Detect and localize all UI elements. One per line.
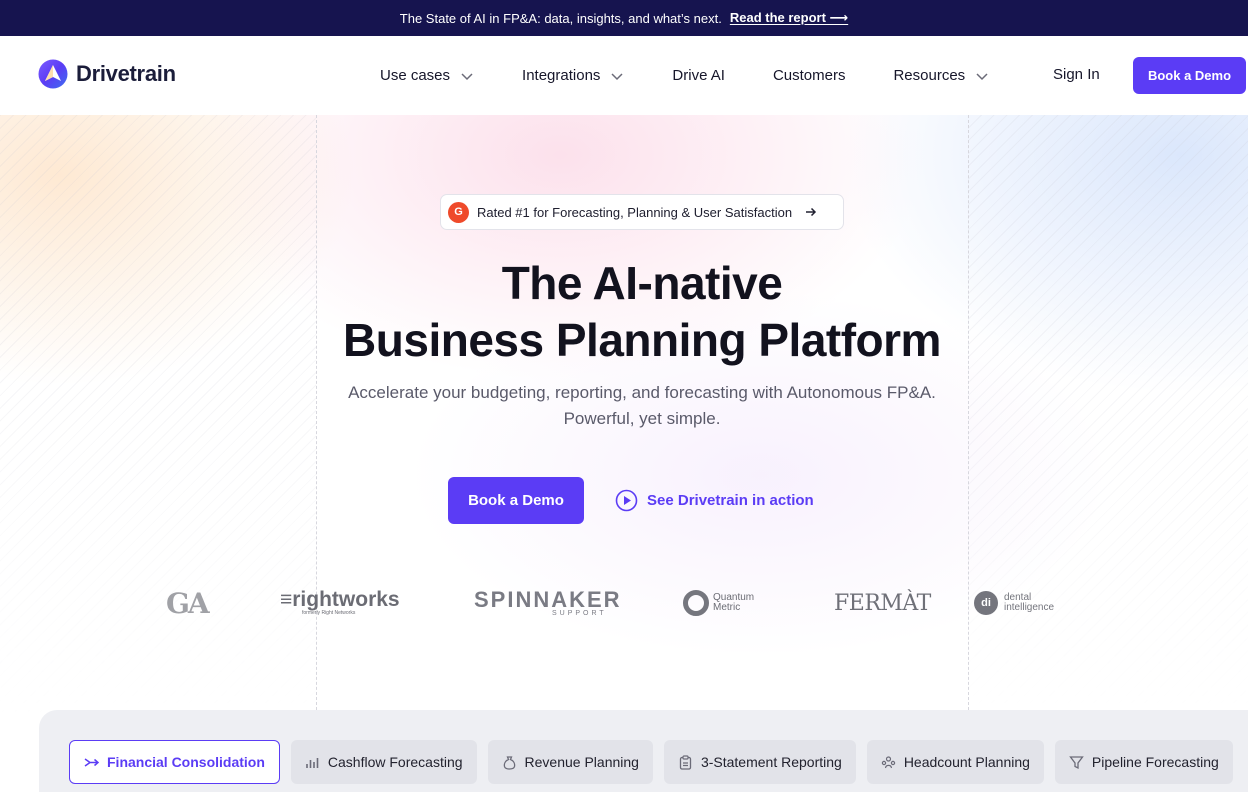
arrow-right-icon — [806, 207, 817, 217]
brand-name: Drivetrain — [76, 61, 176, 86]
chevron-down-icon — [976, 72, 988, 80]
tab-label: Revenue Planning — [524, 754, 639, 770]
chevron-down-icon — [611, 72, 623, 80]
tab-revenue-planning[interactable]: Revenue Planning — [487, 740, 653, 784]
nav-item-drive-ai[interactable]: Drive AI — [672, 67, 725, 84]
subtitle-line-1: Accelerate your budgeting, reporting, an… — [348, 383, 936, 402]
nav-menu: Use cases Integrations Drive AI Customer… — [380, 36, 1037, 115]
brand-logo[interactable]: Drivetrain — [38, 59, 176, 89]
tab-label: Headcount Planning — [903, 754, 1030, 770]
rating-badge[interactable]: G Rated #1 for Forecasting, Planning & U… — [440, 194, 844, 230]
tab-pipeline-forecasting[interactable]: Pipeline Forecasting — [1054, 740, 1233, 784]
fermat-logo: FERMÀT — [834, 590, 931, 616]
nav-item-label: Use cases — [380, 67, 451, 84]
nav-item-label: Drive AI — [672, 67, 725, 84]
tab-financial-consolidation[interactable]: Financial Consolidation — [69, 740, 280, 784]
use-case-tabs: Financial Consolidation Cashflow Forecas… — [69, 740, 1233, 784]
headline-line-1: The AI-native — [501, 257, 783, 309]
tab-label: Pipeline Forecasting — [1091, 754, 1219, 770]
g2-logo-icon: G — [448, 201, 469, 223]
tab-label: Cashflow Forecasting — [327, 754, 463, 770]
announcement-bar: The State of AI in FP&A: data, insights,… — [0, 0, 1248, 36]
watch-demo-label: See Drivetrain in action — [647, 492, 814, 509]
customer-logos: GA ≡rightworks formerly Right Networks S… — [0, 585, 1248, 621]
bar-chart-icon — [305, 755, 320, 770]
rating-badge-text: Rated #1 for Forecasting, Planning & Use… — [477, 204, 793, 220]
nav-item-label: Customers — [772, 67, 846, 84]
announcement-text: The State of AI in FP&A: data, insights,… — [399, 10, 722, 26]
nav-item-integrations[interactable]: Integrations — [522, 67, 624, 84]
dental-intelligence-logo: di dental intelligence — [974, 585, 1054, 621]
nav-book-demo-button[interactable]: Book a Demo — [1133, 57, 1246, 94]
tab-3-statement-reporting[interactable]: 3-Statement Reporting — [663, 740, 856, 784]
nav-item-label: Resources — [893, 67, 966, 84]
tab-cashflow-forecasting[interactable]: Cashflow Forecasting — [290, 740, 477, 784]
subtitle-line-2: Powerful, yet simple. — [563, 409, 721, 428]
ga-logo: GA — [166, 586, 210, 620]
play-circle-icon — [615, 489, 638, 512]
quantum-metric-mark-icon — [683, 590, 709, 616]
tab-label: Financial Consolidation — [107, 754, 265, 770]
hero-book-demo-button[interactable]: Book a Demo — [448, 477, 584, 524]
headline-line-2: Business Planning Platform — [343, 314, 941, 366]
nav-item-label: Integrations — [522, 67, 601, 84]
hero-section: G Rated #1 for Forecasting, Planning & U… — [0, 115, 1248, 792]
main-navigation: Drivetrain Use cases Integrations Drive … — [0, 36, 1248, 115]
rightworks-logo: ≡rightworks formerly Right Networks — [280, 588, 400, 616]
people-icon — [881, 755, 896, 770]
nav-item-resources[interactable]: Resources — [893, 67, 989, 84]
clipboard-icon — [678, 754, 693, 770]
sign-in-link[interactable]: Sign In — [1053, 66, 1100, 83]
hero-headline: The AI-native Business Planning Platform — [0, 255, 1248, 369]
quantum-metric-logo: Quantum Metric — [683, 585, 754, 621]
nav-item-customers[interactable]: Customers — [773, 67, 846, 84]
spinnaker-logo: SPINNAKER SUPPORT — [474, 586, 622, 617]
funnel-icon — [1069, 755, 1084, 770]
tab-label: 3-Statement Reporting — [700, 754, 842, 770]
use-case-tabs-panel: Financial Consolidation Cashflow Forecas… — [39, 710, 1248, 792]
nav-item-use-cases[interactable]: Use cases — [380, 67, 474, 84]
hero-subtitle: Accelerate your budgeting, reporting, an… — [0, 380, 1248, 432]
drivetrain-logo-icon — [38, 59, 68, 89]
money-bag-icon — [502, 755, 517, 770]
merge-arrows-icon — [84, 755, 99, 770]
read-report-link[interactable]: Read the report ⟶ — [730, 10, 848, 26]
tab-headcount-planning[interactable]: Headcount Planning — [866, 740, 1044, 784]
chevron-down-icon — [461, 72, 473, 80]
watch-demo-link[interactable]: See Drivetrain in action — [615, 489, 814, 512]
